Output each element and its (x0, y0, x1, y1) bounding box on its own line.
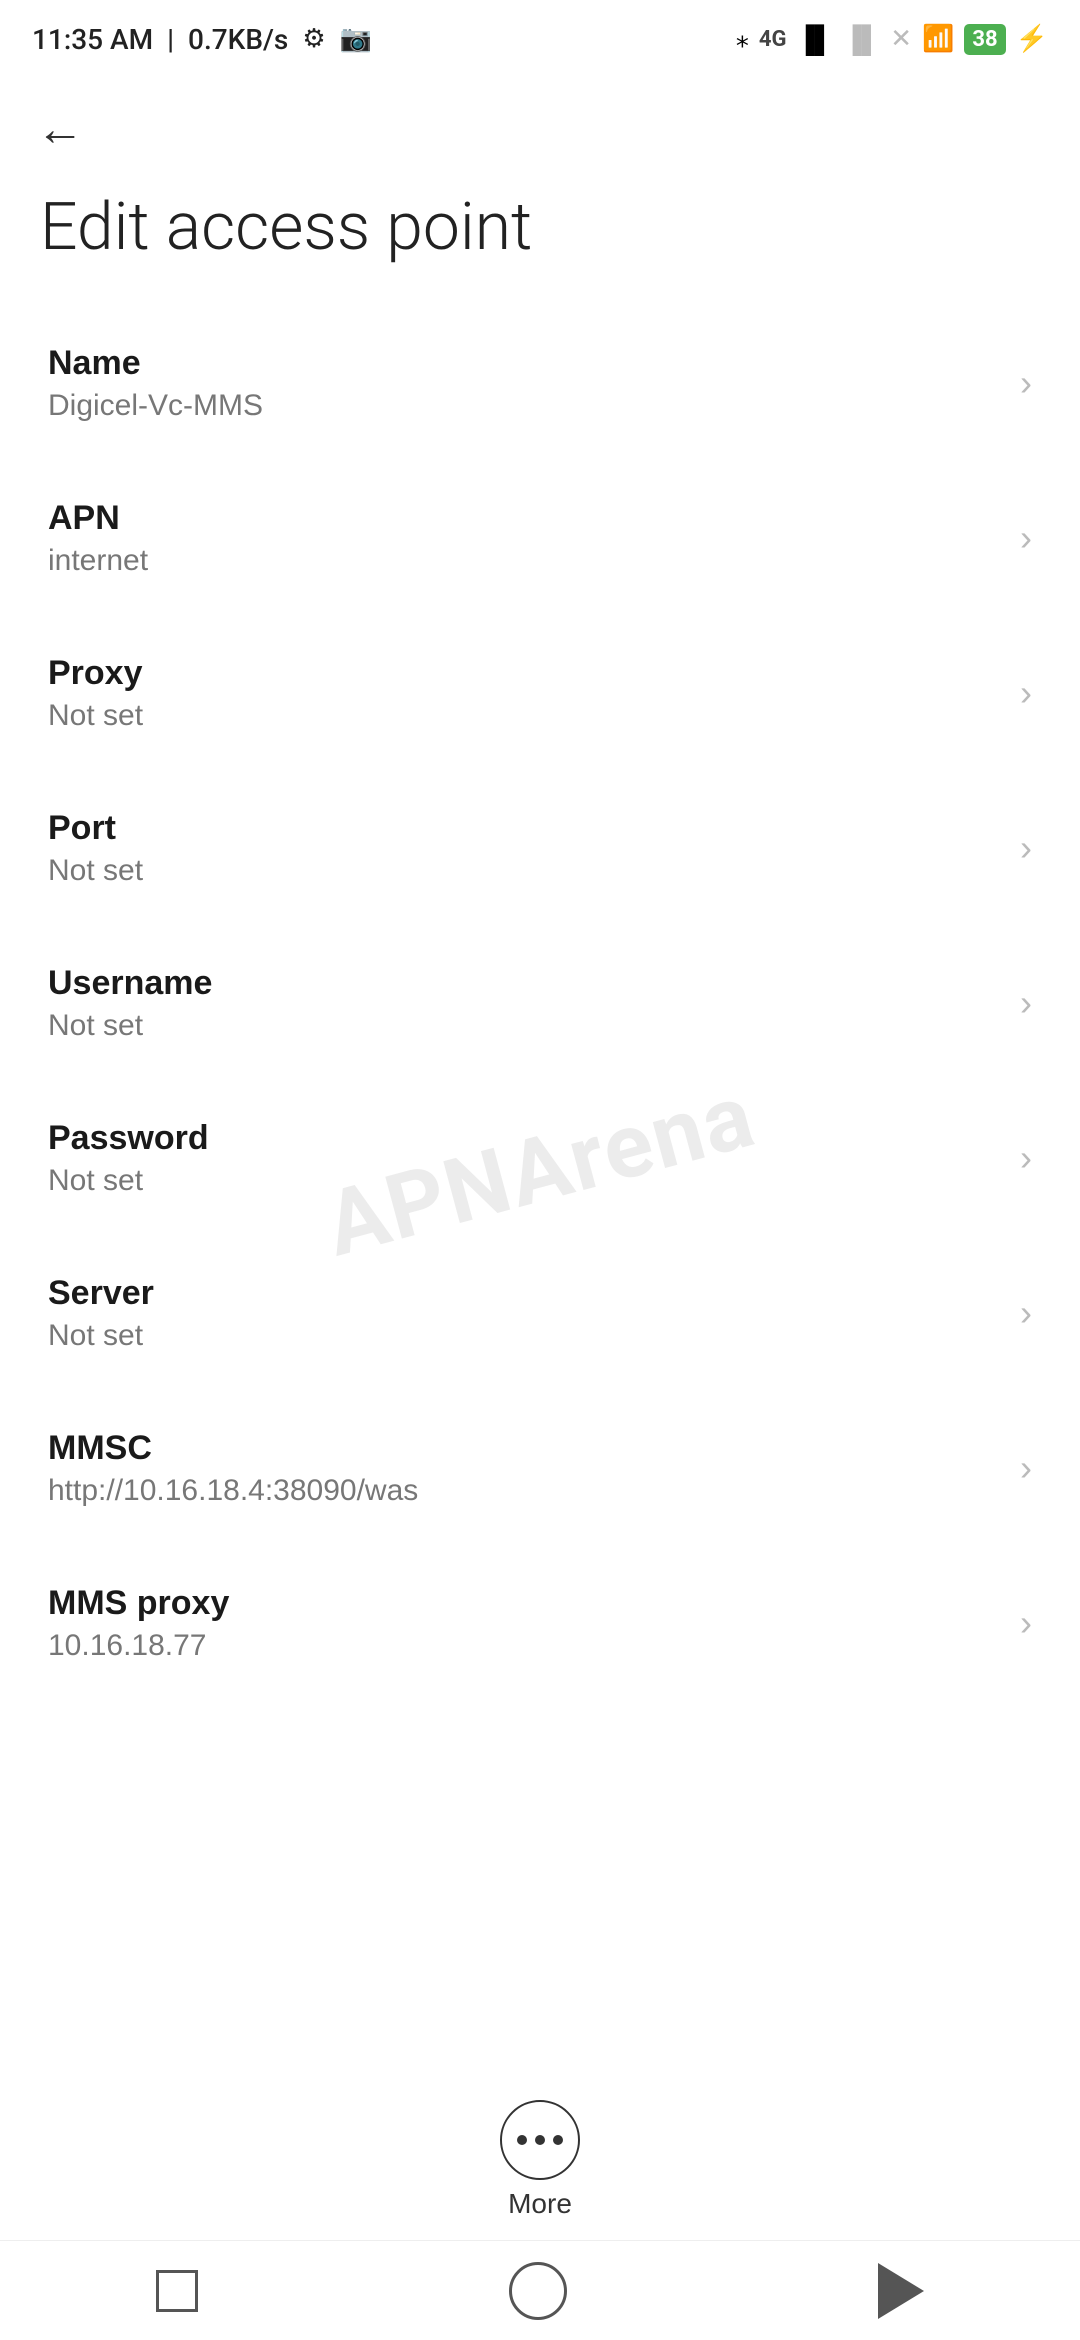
more-label: More (508, 2188, 572, 2220)
nav-recents-button[interactable] (156, 2270, 198, 2312)
settings-item-server[interactable]: Server Not set › (0, 1236, 1080, 1391)
settings-item-username[interactable]: Username Not set › (0, 926, 1080, 1081)
wifi-icon: 📶 (922, 24, 954, 54)
status-separator: | (167, 23, 174, 56)
chevron-right-icon: › (1020, 1292, 1032, 1334)
4g-icon: 4G (759, 27, 787, 52)
chevron-right-icon: › (1020, 1447, 1032, 1489)
more-circle-icon (500, 2100, 580, 2180)
chevron-right-icon: › (1020, 517, 1032, 559)
back-icon (878, 2263, 924, 2319)
status-network-speed: 0.7KB/s (188, 23, 288, 56)
more-button[interactable]: More (500, 2100, 580, 2220)
video-icon: 📷 (340, 24, 372, 54)
settings-item-proxy[interactable]: Proxy Not set › (0, 616, 1080, 771)
signal-icon: ▐▌ (797, 24, 834, 55)
settings-item-mms-proxy[interactable]: MMS proxy 10.16.18.77 › (0, 1546, 1080, 1701)
top-nav: ← (0, 70, 1080, 170)
settings-list: Name Digicel-Vc-MMS › APN internet › Pro… (0, 306, 1080, 1901)
page-title: Edit access point (0, 170, 1080, 306)
settings-item-port[interactable]: Port Not set › (0, 771, 1080, 926)
wifi-off-icon: ✕ (890, 24, 912, 54)
back-button[interactable]: ← (36, 106, 84, 154)
status-right-icons: ⁎ 4G ▐▌ ▐▌ ✕ 📶 38 ⚡ (736, 24, 1048, 55)
status-time: 11:35 AM (32, 23, 153, 56)
chevron-right-icon: › (1020, 362, 1032, 404)
status-bar: 11:35 AM | 0.7KB/s ⚙ 📷 ⁎ 4G ▐▌ ▐▌ ✕ 📶 38… (0, 0, 1080, 70)
nav-home-button[interactable] (509, 2262, 567, 2320)
bluetooth-icon: ⁎ (736, 24, 749, 54)
charging-icon: ⚡ (1016, 24, 1048, 54)
status-time-network: 11:35 AM | 0.7KB/s ⚙ 📷 (32, 23, 372, 56)
battery-icon: 38 (964, 24, 1005, 55)
chevron-right-icon: › (1020, 827, 1032, 869)
nav-back-button[interactable] (878, 2263, 924, 2319)
bottom-nav-bar (0, 2240, 1080, 2340)
chevron-right-icon: › (1020, 1137, 1032, 1179)
settings-icon: ⚙ (302, 24, 325, 54)
home-icon (509, 2262, 567, 2320)
recents-icon (156, 2270, 198, 2312)
settings-item-name[interactable]: Name Digicel-Vc-MMS › (0, 306, 1080, 461)
signal-icon-2: ▐▌ (843, 24, 880, 55)
settings-item-mmsc[interactable]: MMSC http://10.16.18.4:38090/was › (0, 1391, 1080, 1546)
settings-item-apn[interactable]: APN internet › (0, 461, 1080, 616)
chevron-right-icon: › (1020, 1602, 1032, 1644)
chevron-right-icon: › (1020, 982, 1032, 1024)
settings-item-password[interactable]: Password Not set › (0, 1081, 1080, 1236)
chevron-right-icon: › (1020, 672, 1032, 714)
more-section: More (0, 2080, 1080, 2240)
